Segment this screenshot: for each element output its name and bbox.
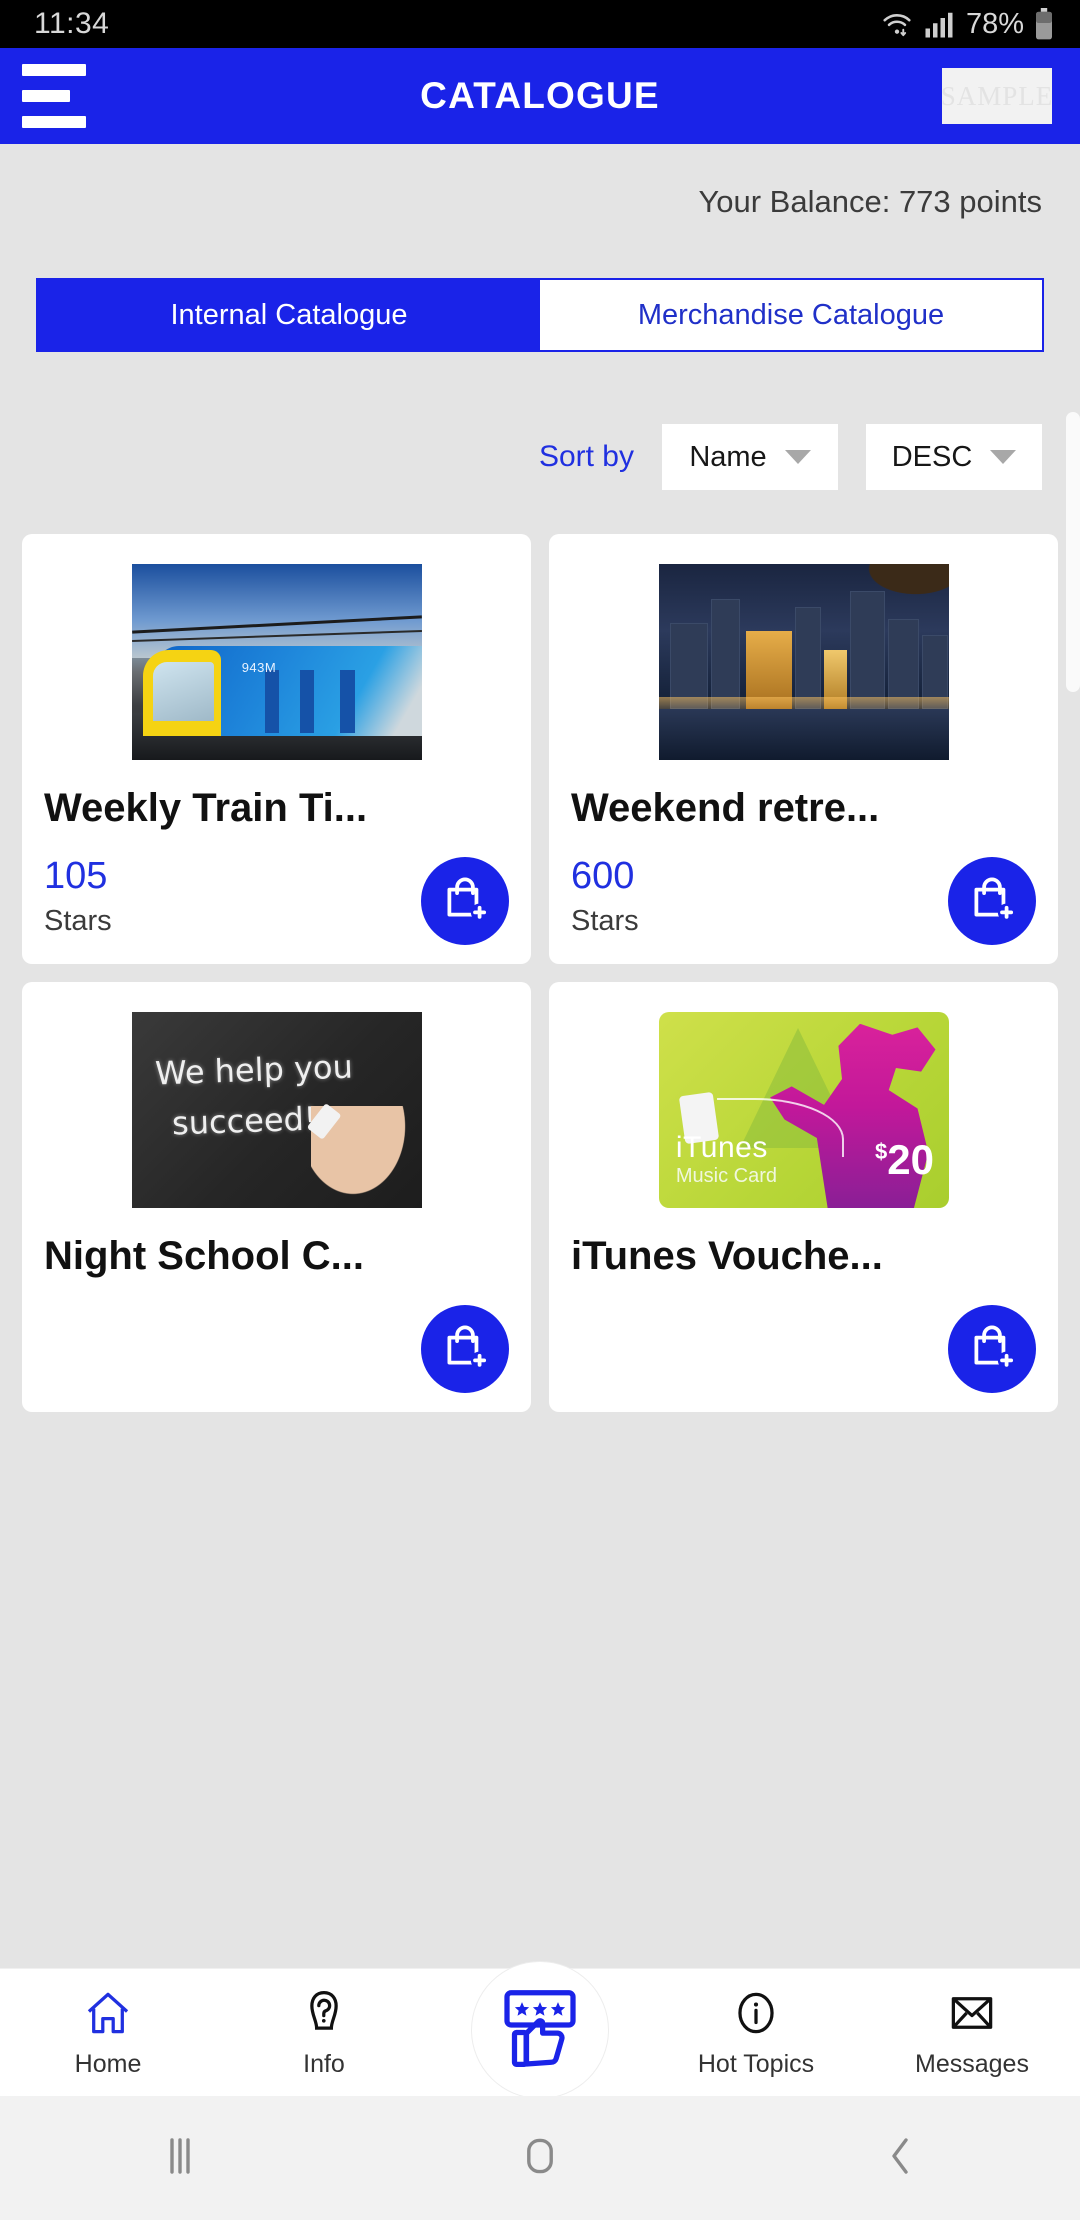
recognise-someone-fab[interactable] <box>472 1962 608 2098</box>
city-skyline-photo <box>658 564 949 760</box>
product-title: iTunes Vouche... <box>571 1234 883 1278</box>
product-image <box>571 564 1036 760</box>
brand-logo-text: SAMPLE <box>942 80 1052 111</box>
shopping-bag-plus-icon <box>967 1322 1017 1377</box>
points-balance: Your Balance: 773 points <box>698 184 1042 219</box>
catalogue-tab-group: Internal Catalogue Merchandise Catalogue <box>36 278 1044 352</box>
product-title: Weekly Train Ti... <box>44 786 368 830</box>
shopping-bag-plus-icon <box>440 874 490 929</box>
catalogue-content: Your Balance: 773 points Internal Catalo… <box>0 144 1080 1892</box>
status-bar-clock: 11:34 <box>34 7 110 40</box>
product-points-unit: Stars <box>571 905 639 937</box>
shopping-bag-plus-icon <box>440 1322 490 1377</box>
android-status-bar: 11:34 78% <box>0 0 1080 48</box>
nav-label-hot-topics: Hot Topics <box>697 2049 815 2078</box>
add-to-cart-button[interactable] <box>948 857 1036 945</box>
home-button[interactable] <box>360 2131 720 2186</box>
chevron-down-icon <box>784 450 811 464</box>
train-photo: 943M <box>131 564 422 760</box>
wifi-icon <box>880 9 914 39</box>
shopping-bag-plus-icon <box>967 874 1017 929</box>
product-card[interactable]: iTunes Music Card $20 iTunes Vouche... <box>549 982 1058 1412</box>
hamburger-menu-icon[interactable] <box>22 64 86 128</box>
chalkboard-text-line2: succeed! <box>171 1099 318 1143</box>
info-circle-icon <box>730 1987 782 2044</box>
recent-apps-button[interactable] <box>0 2131 360 2186</box>
nav-label-messages: Messages <box>915 2049 1029 2078</box>
product-points-unit: Stars <box>44 905 112 937</box>
product-points: 600 <box>571 855 635 897</box>
nav-item-messages[interactable]: Messages <box>864 1987 1080 2079</box>
question-mark-icon <box>298 1987 350 2044</box>
rounded-square-icon <box>516 2131 564 2186</box>
product-grid: 943M Weekly Train Ti... 105 Stars Weeken… <box>0 534 1080 1412</box>
home-icon <box>80 1987 136 2044</box>
product-image: iTunes Music Card $20 <box>571 1012 1036 1208</box>
itunes-currency: $ <box>875 1139 888 1165</box>
sort-field-value: Name <box>689 440 767 473</box>
back-button[interactable] <box>720 2131 1080 2186</box>
nav-item-home[interactable]: Home <box>0 1987 216 2079</box>
three-bars-icon <box>160 2131 200 2186</box>
sort-controls: Sort by Name DESC <box>0 424 1080 490</box>
nav-item-info[interactable]: Info <box>216 1987 432 2079</box>
thumbs-up-stars-icon <box>495 1983 585 2078</box>
itunes-subtitle-text: Music Card <box>675 1165 778 1188</box>
product-card[interactable]: We help you succeed! Night School C... <box>22 982 531 1412</box>
add-to-cart-button[interactable] <box>421 1305 509 1393</box>
battery-icon <box>1034 8 1054 40</box>
nav-label-home: Home <box>74 2049 142 2078</box>
itunes-brand-text: iTunes <box>675 1130 768 1164</box>
add-to-cart-button[interactable] <box>948 1305 1036 1393</box>
cellular-signal-icon <box>924 9 954 39</box>
product-image: We help you succeed! <box>44 1012 509 1208</box>
chevron-left-icon <box>880 2131 920 2186</box>
train-number-text: 943M <box>241 660 277 676</box>
battery-percentage: 78% <box>965 7 1024 40</box>
status-bar-indicators: 78% <box>880 8 1054 41</box>
sort-direction-value: DESC <box>891 440 973 473</box>
tab-merchandise-catalogue[interactable]: Merchandise Catalogue <box>540 280 1042 350</box>
product-title: Weekend retre... <box>571 786 880 830</box>
envelope-icon <box>945 1987 999 2044</box>
chalkboard-photo: We help you succeed! <box>131 1012 422 1208</box>
product-image: 943M <box>44 564 509 760</box>
android-system-navigation <box>0 2096 1080 2220</box>
chevron-down-icon <box>990 450 1017 464</box>
itunes-amount: 20 <box>887 1136 934 1184</box>
product-card[interactable]: 943M Weekly Train Ti... 105 Stars <box>22 534 531 964</box>
brand-logo: SAMPLE <box>942 68 1052 124</box>
page-title: CATALOGUE <box>420 75 660 116</box>
itunes-gift-card: iTunes Music Card $20 <box>658 1012 949 1208</box>
product-card[interactable]: Weekend retre... 600 Stars <box>549 534 1058 964</box>
chalkboard-text-line1: We help you <box>154 1047 354 1093</box>
sort-field-select[interactable]: Name <box>662 424 838 490</box>
product-points: 105 <box>44 855 108 897</box>
sort-by-label: Sort by <box>538 440 634 473</box>
sort-direction-select[interactable]: DESC <box>866 424 1042 490</box>
nav-item-hot-topics[interactable]: Hot Topics <box>648 1987 864 2079</box>
app-bar: CATALOGUE SAMPLE <box>0 48 1080 144</box>
add-to-cart-button[interactable] <box>421 857 509 945</box>
vertical-scrollbar[interactable] <box>1066 412 1080 692</box>
tab-internal-catalogue[interactable]: Internal Catalogue <box>38 280 540 350</box>
nav-label-info: Info <box>303 2049 345 2078</box>
product-title: Night School C... <box>44 1234 364 1278</box>
